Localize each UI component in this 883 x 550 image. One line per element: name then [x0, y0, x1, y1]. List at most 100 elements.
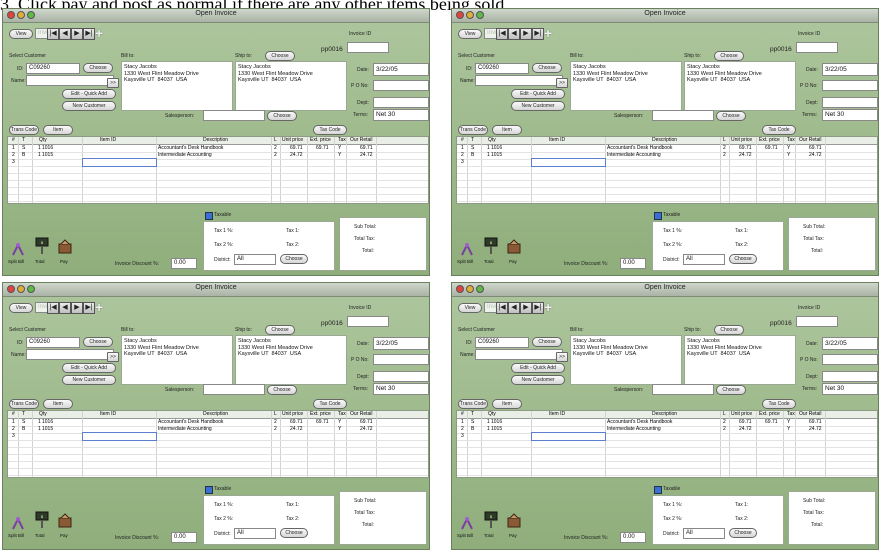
nav-first-button[interactable]: |◀ [496, 28, 508, 40]
pay-icon[interactable] [57, 239, 73, 255]
ship-to-choose-button[interactable]: Choose [265, 51, 295, 61]
district-input[interactable]: All [683, 528, 725, 539]
district-input[interactable]: All [683, 254, 725, 265]
terms-input[interactable]: Net 30 [822, 109, 878, 121]
add-invoice-icon[interactable]: + [95, 300, 103, 314]
customer-more-button[interactable]: >> [107, 78, 119, 88]
table-row[interactable] [457, 194, 877, 202]
window-titlebar[interactable]: Open Invoice [452, 9, 878, 23]
district-input[interactable]: All [234, 528, 276, 539]
view-button[interactable]: View [9, 29, 33, 39]
nav-last-button[interactable]: ▶| [532, 28, 544, 40]
item-button[interactable]: Item [492, 125, 522, 135]
po-number-input[interactable] [822, 80, 878, 91]
ship-to-choose-button[interactable]: Choose [265, 325, 295, 335]
table-row[interactable] [457, 468, 877, 476]
new-customer-button[interactable]: New Customer [62, 101, 116, 111]
salesperson-input[interactable] [203, 384, 265, 395]
district-choose-button[interactable]: Choose [729, 528, 757, 538]
split-bill-icon[interactable] [460, 515, 474, 531]
pay-icon[interactable] [506, 239, 522, 255]
salesperson-choose-button[interactable]: Choose [716, 111, 746, 121]
terms-input[interactable]: Net 30 [373, 109, 429, 121]
invoice-discount-input[interactable]: 0.00 [620, 532, 646, 543]
pay-icon[interactable] [506, 513, 522, 529]
tax-code-button[interactable]: Tax Code [762, 399, 796, 409]
view-button[interactable]: View [9, 303, 33, 313]
invoice-id-field[interactable] [347, 42, 389, 53]
line-items-grid[interactable]: # T Qty Item ID Description L Unit price… [7, 136, 429, 204]
customer-choose-button[interactable]: Choose [532, 337, 562, 347]
table-row[interactable] [8, 468, 428, 476]
ship-to-choose-button[interactable]: Choose [714, 325, 744, 335]
line-items-grid[interactable]: # T Qty Item ID Description L Unit price… [456, 136, 878, 204]
taxable-checkbox[interactable] [654, 486, 662, 494]
edit-quick-add-button[interactable]: Edit - Quick Add [511, 363, 565, 373]
tax-code-button[interactable]: Tax Code [313, 125, 347, 135]
po-number-input[interactable] [373, 354, 429, 365]
split-bill-icon[interactable] [11, 241, 25, 257]
trans-code-button[interactable]: Trans Code [458, 125, 488, 135]
nav-first-button[interactable]: |◀ [47, 28, 59, 40]
pay-icon[interactable] [57, 513, 73, 529]
nav-last-button[interactable]: ▶| [83, 28, 95, 40]
trans-code-button[interactable]: Trans Code [9, 399, 39, 409]
invoice-window-1[interactable]: Open Invoice View Invoice ID |◀ ◀ ▶ ▶| +… [2, 8, 430, 276]
nav-next-button[interactable]: ▶ [71, 28, 83, 40]
nav-last-button[interactable]: ▶| [83, 302, 95, 314]
district-input[interactable]: All [234, 254, 276, 265]
salesperson-input[interactable] [652, 384, 714, 395]
taxable-checkbox[interactable] [654, 212, 662, 220]
total-sign-icon[interactable]: $ [35, 237, 49, 255]
add-invoice-icon[interactable]: + [544, 300, 552, 314]
nav-prev-button[interactable]: ◀ [508, 302, 520, 314]
trans-code-button[interactable]: Trans Code [458, 399, 488, 409]
nav-first-button[interactable]: |◀ [496, 302, 508, 314]
item-button[interactable]: Item [43, 399, 73, 409]
customer-choose-button[interactable]: Choose [532, 63, 562, 73]
line-items-grid[interactable]: # T Qty Item ID Description L Unit price… [456, 410, 878, 478]
nav-prev-button[interactable]: ◀ [59, 28, 71, 40]
customer-name-input[interactable] [26, 75, 114, 86]
dept-input[interactable] [822, 97, 878, 108]
salesperson-input[interactable] [652, 110, 714, 121]
salesperson-choose-button[interactable]: Choose [716, 385, 746, 395]
taxable-checkbox[interactable] [205, 212, 213, 220]
tax-code-button[interactable]: Tax Code [762, 125, 796, 135]
date-input[interactable]: 3/22/05 [822, 337, 878, 350]
terms-input[interactable]: Net 30 [373, 383, 429, 395]
nav-next-button[interactable]: ▶ [520, 28, 532, 40]
tax-code-button[interactable]: Tax Code [313, 399, 347, 409]
new-customer-button[interactable]: New Customer [62, 375, 116, 385]
customer-more-button[interactable]: >> [107, 352, 119, 362]
add-invoice-icon[interactable]: + [95, 26, 103, 40]
district-choose-button[interactable]: Choose [280, 254, 308, 264]
invoice-id-field[interactable] [347, 316, 389, 327]
dept-input[interactable] [822, 371, 878, 382]
customer-id-input[interactable]: C09260 [26, 337, 80, 348]
edit-quick-add-button[interactable]: Edit - Quick Add [511, 89, 565, 99]
invoice-window-3[interactable]: Open Invoice View Invoice ID |◀ ◀ ▶ ▶| +… [2, 282, 430, 550]
window-titlebar[interactable]: Open Invoice [3, 283, 429, 297]
invoice-discount-input[interactable]: 0.00 [171, 258, 197, 269]
new-customer-button[interactable]: New Customer [511, 375, 565, 385]
salesperson-input[interactable] [203, 110, 265, 121]
dept-input[interactable] [373, 371, 429, 382]
customer-name-input[interactable] [475, 349, 563, 360]
date-input[interactable]: 3/22/05 [373, 63, 429, 76]
item-button[interactable]: Item [492, 399, 522, 409]
view-button[interactable]: View [458, 29, 482, 39]
nav-first-button[interactable]: |◀ [47, 302, 59, 314]
window-titlebar[interactable]: Open Invoice [452, 283, 878, 297]
po-number-input[interactable] [822, 354, 878, 365]
trans-code-button[interactable]: Trans Code [9, 125, 39, 135]
dept-input[interactable] [373, 97, 429, 108]
split-bill-icon[interactable] [460, 241, 474, 257]
salesperson-choose-button[interactable]: Choose [267, 385, 297, 395]
district-choose-button[interactable]: Choose [280, 528, 308, 538]
invoice-id-field[interactable] [796, 42, 838, 53]
ship-to-choose-button[interactable]: Choose [714, 51, 744, 61]
district-choose-button[interactable]: Choose [729, 254, 757, 264]
add-invoice-icon[interactable]: + [544, 26, 552, 40]
edit-quick-add-button[interactable]: Edit - Quick Add [62, 363, 116, 373]
